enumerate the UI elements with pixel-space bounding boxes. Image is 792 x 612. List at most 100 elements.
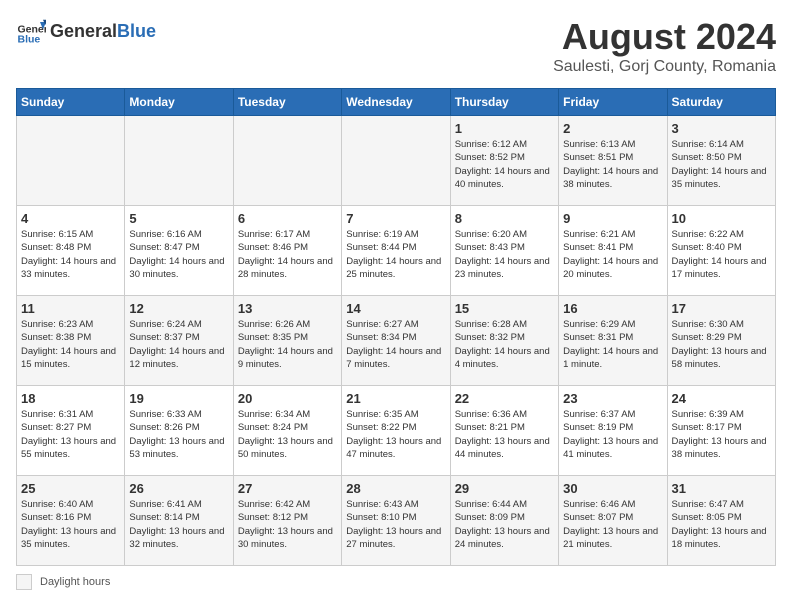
day-info: Sunrise: 6:31 AM Sunset: 8:27 PM Dayligh… — [21, 408, 120, 461]
day-info: Sunrise: 6:22 AM Sunset: 8:40 PM Dayligh… — [672, 228, 771, 281]
day-info: Sunrise: 6:37 AM Sunset: 8:19 PM Dayligh… — [563, 408, 662, 461]
header-cell-saturday: Saturday — [667, 89, 775, 116]
day-info: Sunrise: 6:30 AM Sunset: 8:29 PM Dayligh… — [672, 318, 771, 371]
page-title: August 2024 — [553, 16, 776, 58]
day-number: 28 — [346, 481, 445, 496]
day-number: 3 — [672, 121, 771, 136]
calendar-header: SundayMondayTuesdayWednesdayThursdayFrid… — [17, 89, 776, 116]
day-number: 10 — [672, 211, 771, 226]
day-cell: 21Sunrise: 6:35 AM Sunset: 8:22 PM Dayli… — [342, 386, 450, 476]
week-row-1: 1 Sunrise: 6:12 AM Sunset: 8:52 PM Daylig… — [17, 116, 776, 206]
day-cell: 9 Sunrise: 6:21 AM Sunset: 8:41 PM Daylig… — [559, 206, 667, 296]
header-cell-sunday: Sunday — [17, 89, 125, 116]
day-cell: 1 Sunrise: 6:12 AM Sunset: 8:52 PM Daylig… — [450, 116, 558, 206]
header-cell-wednesday: Wednesday — [342, 89, 450, 116]
day-number: 12 — [129, 301, 228, 316]
day-cell: 4 Sunrise: 6:15 AM Sunset: 8:48 PM Daylig… — [17, 206, 125, 296]
day-number: 19 — [129, 391, 228, 406]
svg-text:Blue: Blue — [18, 33, 41, 45]
day-number: 9 — [563, 211, 662, 226]
header-row: SundayMondayTuesdayWednesdayThursdayFrid… — [17, 89, 776, 116]
day-cell — [125, 116, 233, 206]
day-info: Sunrise: 6:43 AM Sunset: 8:10 PM Dayligh… — [346, 498, 445, 551]
calendar-body: 1 Sunrise: 6:12 AM Sunset: 8:52 PM Daylig… — [17, 116, 776, 566]
day-number: 30 — [563, 481, 662, 496]
day-info: Sunrise: 6:15 AM Sunset: 8:48 PM Dayligh… — [21, 228, 120, 281]
day-info: Sunrise: 6:23 AM Sunset: 8:38 PM Dayligh… — [21, 318, 120, 371]
day-info: Sunrise: 6:47 AM Sunset: 8:05 PM Dayligh… — [672, 498, 771, 551]
day-cell: 14Sunrise: 6:27 AM Sunset: 8:34 PM Dayli… — [342, 296, 450, 386]
header: General Blue General Blue August 2024 Sa… — [16, 16, 776, 76]
logo-icon: General Blue — [16, 16, 46, 46]
day-cell — [233, 116, 341, 206]
day-info: Sunrise: 6:40 AM Sunset: 8:16 PM Dayligh… — [21, 498, 120, 551]
day-cell: 16 Sunrise: 6:29 AM Sunset: 8:31 PM Dayli… — [559, 296, 667, 386]
day-cell: 20 Sunrise: 6:34 AM Sunset: 8:24 PM Dayli… — [233, 386, 341, 476]
day-cell: 11 Sunrise: 6:23 AM Sunset: 8:38 PM Dayli… — [17, 296, 125, 386]
day-info: Sunrise: 6:21 AM Sunset: 8:41 PM Dayligh… — [563, 228, 662, 281]
day-info: Sunrise: 6:24 AM Sunset: 8:37 PM Dayligh… — [129, 318, 228, 371]
day-number: 26 — [129, 481, 228, 496]
day-info: Sunrise: 6:33 AM Sunset: 8:26 PM Dayligh… — [129, 408, 228, 461]
day-info: Sunrise: 6:44 AM Sunset: 8:09 PM Dayligh… — [455, 498, 554, 551]
day-cell: 18Sunrise: 6:31 AM Sunset: 8:27 PM Dayli… — [17, 386, 125, 476]
day-cell: 13 Sunrise: 6:26 AM Sunset: 8:35 PM Dayli… — [233, 296, 341, 386]
week-row-4: 18Sunrise: 6:31 AM Sunset: 8:27 PM Dayli… — [17, 386, 776, 476]
day-cell: 30 Sunrise: 6:46 AM Sunset: 8:07 PM Dayli… — [559, 476, 667, 566]
day-number: 8 — [455, 211, 554, 226]
day-number: 13 — [238, 301, 337, 316]
title-area: August 2024 Saulesti, Gorj County, Roman… — [553, 16, 776, 76]
day-number: 22 — [455, 391, 554, 406]
day-cell: 2 Sunrise: 6:13 AM Sunset: 8:51 PM Daylig… — [559, 116, 667, 206]
day-info: Sunrise: 6:46 AM Sunset: 8:07 PM Dayligh… — [563, 498, 662, 551]
logo-general-text: General — [50, 21, 117, 42]
day-number: 2 — [563, 121, 662, 136]
day-info: Sunrise: 6:35 AM Sunset: 8:22 PM Dayligh… — [346, 408, 445, 461]
day-info: Sunrise: 6:14 AM Sunset: 8:50 PM Dayligh… — [672, 138, 771, 191]
day-cell: 22Sunrise: 6:36 AM Sunset: 8:21 PM Dayli… — [450, 386, 558, 476]
day-cell: 6Sunrise: 6:17 AM Sunset: 8:46 PM Daylig… — [233, 206, 341, 296]
day-number: 14 — [346, 301, 445, 316]
week-row-2: 4 Sunrise: 6:15 AM Sunset: 8:48 PM Daylig… — [17, 206, 776, 296]
day-info: Sunrise: 6:34 AM Sunset: 8:24 PM Dayligh… — [238, 408, 337, 461]
day-info: Sunrise: 6:29 AM Sunset: 8:31 PM Dayligh… — [563, 318, 662, 371]
day-number: 16 — [563, 301, 662, 316]
week-row-3: 11 Sunrise: 6:23 AM Sunset: 8:38 PM Dayli… — [17, 296, 776, 386]
day-info: Sunrise: 6:12 AM Sunset: 8:52 PM Dayligh… — [455, 138, 554, 191]
day-number: 7 — [346, 211, 445, 226]
logo: General Blue General Blue — [16, 16, 156, 46]
day-number: 20 — [238, 391, 337, 406]
week-row-5: 25 Sunrise: 6:40 AM Sunset: 8:16 PM Dayli… — [17, 476, 776, 566]
day-number: 11 — [21, 301, 120, 316]
legend-label: Daylight hours — [40, 576, 110, 588]
day-cell: 8Sunrise: 6:20 AM Sunset: 8:43 PM Daylig… — [450, 206, 558, 296]
day-cell: 24 Sunrise: 6:39 AM Sunset: 8:17 PM Dayli… — [667, 386, 775, 476]
day-info: Sunrise: 6:17 AM Sunset: 8:46 PM Dayligh… — [238, 228, 337, 281]
day-info: Sunrise: 6:28 AM Sunset: 8:32 PM Dayligh… — [455, 318, 554, 371]
calendar-table: SundayMondayTuesdayWednesdayThursdayFrid… — [16, 88, 776, 566]
day-cell: 28 Sunrise: 6:43 AM Sunset: 8:10 PM Dayli… — [342, 476, 450, 566]
day-info: Sunrise: 6:13 AM Sunset: 8:51 PM Dayligh… — [563, 138, 662, 191]
day-number: 4 — [21, 211, 120, 226]
day-info: Sunrise: 6:41 AM Sunset: 8:14 PM Dayligh… — [129, 498, 228, 551]
day-info: Sunrise: 6:26 AM Sunset: 8:35 PM Dayligh… — [238, 318, 337, 371]
page-subtitle: Saulesti, Gorj County, Romania — [553, 58, 776, 76]
day-cell: 7 Sunrise: 6:19 AM Sunset: 8:44 PM Daylig… — [342, 206, 450, 296]
day-cell — [342, 116, 450, 206]
day-cell: 5Sunrise: 6:16 AM Sunset: 8:47 PM Daylig… — [125, 206, 233, 296]
header-cell-friday: Friday — [559, 89, 667, 116]
day-cell: 26 Sunrise: 6:41 AM Sunset: 8:14 PM Dayli… — [125, 476, 233, 566]
header-cell-monday: Monday — [125, 89, 233, 116]
day-number: 24 — [672, 391, 771, 406]
header-cell-thursday: Thursday — [450, 89, 558, 116]
logo-blue-text: Blue — [117, 21, 156, 42]
day-info: Sunrise: 6:19 AM Sunset: 8:44 PM Dayligh… — [346, 228, 445, 281]
legend-box — [16, 574, 32, 590]
day-info: Sunrise: 6:39 AM Sunset: 8:17 PM Dayligh… — [672, 408, 771, 461]
day-number: 1 — [455, 121, 554, 136]
day-cell: 23Sunrise: 6:37 AM Sunset: 8:19 PM Dayli… — [559, 386, 667, 476]
day-cell: 10 Sunrise: 6:22 AM Sunset: 8:40 PM Dayli… — [667, 206, 775, 296]
day-info: Sunrise: 6:42 AM Sunset: 8:12 PM Dayligh… — [238, 498, 337, 551]
day-number: 25 — [21, 481, 120, 496]
day-cell: 27Sunrise: 6:42 AM Sunset: 8:12 PM Dayli… — [233, 476, 341, 566]
